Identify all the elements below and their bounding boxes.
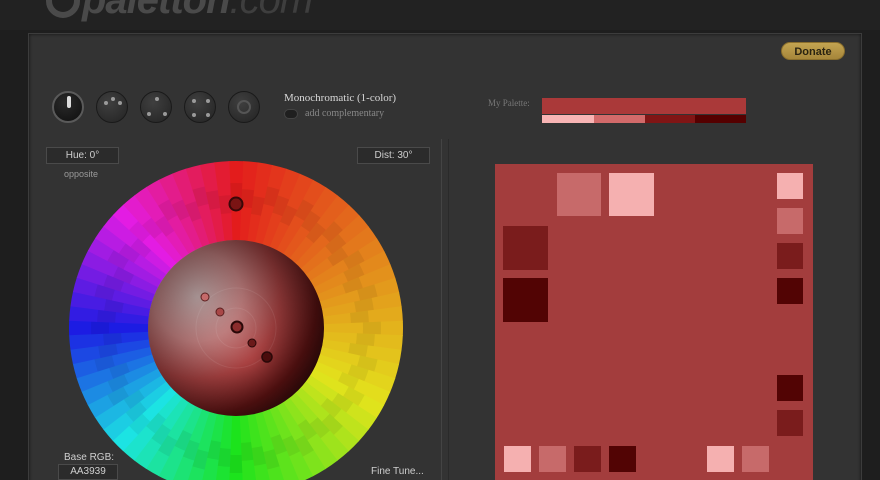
palette-main-swatch[interactable] (542, 98, 746, 114)
palette-swatch-darkest[interactable] (695, 115, 746, 123)
shade-dot-light[interactable] (215, 307, 225, 317)
preview-chip-lightest (707, 446, 734, 472)
panel-divider (441, 139, 442, 480)
palette-swatch-light[interactable] (594, 115, 645, 123)
shade-dot-dark[interactable] (247, 338, 257, 348)
preview-chip-darkest (777, 375, 803, 401)
fine-tune-link[interactable]: Fine Tune... (371, 466, 424, 477)
preview-chip-darkest (609, 446, 636, 472)
shade-dot-lightest[interactable] (200, 292, 210, 302)
preview-chip-darkest (777, 278, 803, 304)
preview-chip-light (539, 446, 566, 472)
preview-swatch-dark (503, 226, 548, 270)
base-rgb-field[interactable]: AA3939 (58, 464, 118, 480)
preview-swatch-darkest (503, 278, 548, 322)
shade-dot-base[interactable] (230, 320, 244, 334)
palette-swatch-lightest[interactable] (542, 115, 594, 123)
palette-swatch-dark[interactable] (645, 115, 695, 123)
preview-chip-light (742, 446, 769, 472)
hue-band-shade (91, 321, 110, 335)
panel-divider (448, 139, 449, 480)
preview-chip-dark (574, 446, 601, 472)
hue-band-shade (362, 321, 381, 335)
preview-swatch-lightest (609, 173, 654, 216)
color-preview[interactable] (495, 164, 813, 480)
preview-chip-light (777, 208, 803, 234)
preview-chip-lightest (777, 173, 803, 199)
hue-band-shade (229, 454, 243, 473)
preview-swatch-light (557, 173, 601, 216)
hue-handle[interactable] (228, 196, 244, 212)
my-palette-label: My Palette: (488, 98, 530, 108)
preview-chip-lightest (504, 446, 531, 472)
shade-dot-darkest[interactable] (261, 351, 273, 363)
preview-chip-dark (777, 243, 803, 269)
preview-chip-dark (777, 410, 803, 436)
base-rgb-label: Base RGB: (64, 452, 115, 463)
